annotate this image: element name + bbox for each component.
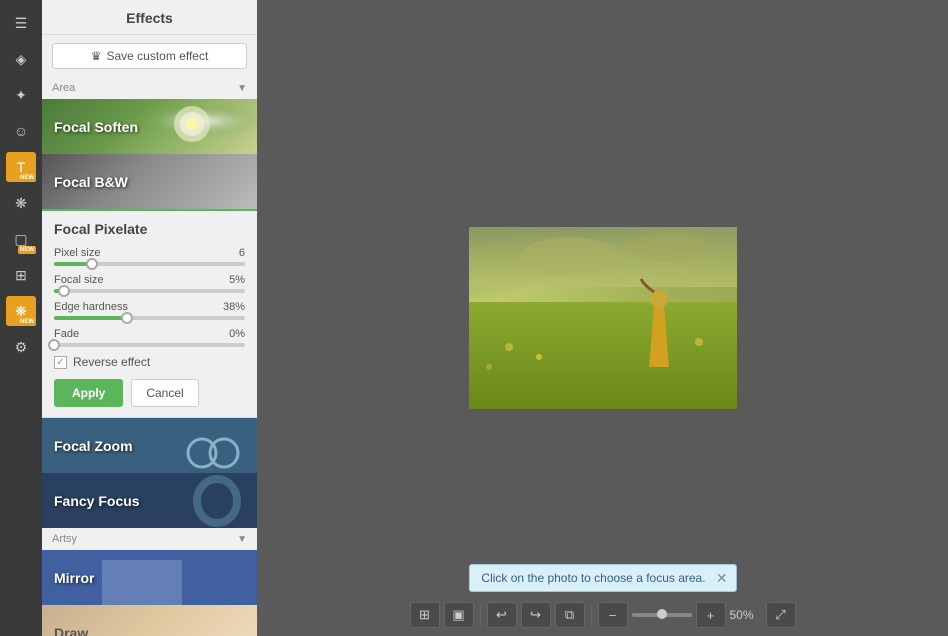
texture-icon[interactable]: ⊞ <box>6 260 36 290</box>
area-section-label: Area ▼ <box>42 77 257 99</box>
redo-button[interactable]: ↪ <box>521 602 551 628</box>
focal-zoom-label: Focal Zoom <box>42 438 133 454</box>
frames-button[interactable]: ▣ <box>444 602 474 628</box>
zoom-label: 50% <box>730 608 762 622</box>
effects-panel: Effects ♛ Save custom effect Area ▼ <box>42 0 257 636</box>
pixel-size-track[interactable] <box>54 262 245 266</box>
main-canvas-area: Click on the photo to choose a focus are… <box>257 0 948 636</box>
effects-scroll-area[interactable]: Area ▼ <box>42 77 257 636</box>
text-icon[interactable]: T NEW <box>6 152 36 182</box>
focal-zoom-tile[interactable]: Focal Zoom <box>42 418 257 473</box>
artsy-arrow-icon: ▼ <box>237 534 247 545</box>
focal-pixelate-section: Focal Pixelate Pixel size 6 Focal size 5… <box>42 209 257 418</box>
focal-size-thumb[interactable] <box>58 285 70 297</box>
layers-button[interactable]: ⊞ <box>410 602 440 628</box>
area-arrow-icon: ▼ <box>237 83 247 94</box>
edge-hardness-label: Edge hardness <box>54 301 128 313</box>
frames-icon: ▣ <box>452 607 464 623</box>
adjust-icon[interactable]: ◈ <box>6 44 36 74</box>
draw-label: Draw <box>42 625 88 636</box>
sticker-icon[interactable]: ❋ <box>6 188 36 218</box>
crown-icon: ♛ <box>91 49 102 63</box>
misc-icon[interactable]: ⚙ <box>6 332 36 362</box>
sliders-icon[interactable]: ☰ <box>6 8 36 38</box>
undo-button[interactable]: ↩ <box>487 602 517 628</box>
artsy-section-label: Artsy ▼ <box>42 528 257 550</box>
edge-hardness-value: 38% <box>223 301 245 313</box>
focal-bw-tile[interactable]: Focal B&W <box>42 154 257 209</box>
toast-close-button[interactable]: ✕ <box>716 570 728 587</box>
fullscreen-button[interactable]: ⤢ <box>766 602 796 628</box>
fade-value: 0% <box>229 328 245 340</box>
pixel-size-thumb[interactable] <box>86 258 98 270</box>
icon-bar: ☰ ◈ ✦ ☺ T NEW ❋ NEW ▢ ⊞ ❋ NEW ⚙ <box>0 0 42 636</box>
zoom-out-icon: − <box>609 608 617 623</box>
save-custom-button[interactable]: ♛ Save custom effect <box>52 43 247 69</box>
focal-soften-tile[interactable]: Focal Soften <box>42 99 257 154</box>
focal-soften-label: Focal Soften <box>42 119 138 135</box>
effects-icon[interactable]: ❋ NEW <box>6 296 36 326</box>
magic-icon[interactable]: ✦ <box>6 80 36 110</box>
fancy-focus-tile[interactable]: Fancy Focus <box>42 473 257 528</box>
crop-button[interactable]: ⧉ <box>555 602 585 628</box>
fade-slider-row: Fade 0% <box>54 328 245 347</box>
edge-hardness-fill <box>54 316 127 320</box>
zoom-in-button[interactable]: + <box>696 602 726 628</box>
focal-size-slider-row: Focal size 5% <box>54 274 245 293</box>
photo-container[interactable] <box>469 227 737 409</box>
undo-icon: ↩ <box>496 607 507 623</box>
new-icon: NEW <box>18 246 36 254</box>
redo-icon: ↪ <box>530 607 541 623</box>
photo-canvas[interactable] <box>469 227 737 409</box>
draw-tile[interactable]: Draw <box>42 605 257 636</box>
reverse-effect-row[interactable]: ✓ Reverse effect <box>54 355 245 369</box>
zoom-slider-thumb[interactable] <box>657 609 667 619</box>
focal-bw-label: Focal B&W <box>42 174 128 190</box>
zoom-out-button[interactable]: − <box>598 602 628 628</box>
mirror-label: Mirror <box>42 570 94 586</box>
apply-button[interactable]: Apply <box>54 379 123 407</box>
layers-icon: ⊞ <box>419 607 430 623</box>
fade-label: Fade <box>54 328 79 340</box>
focal-size-value: 5% <box>229 274 245 286</box>
focal-size-track[interactable] <box>54 289 245 293</box>
bottom-toolbar: ⊞ ▣ ↩ ↪ ⧉ − + 50% ⤢ <box>410 602 796 628</box>
cancel-button[interactable]: Cancel <box>131 379 198 407</box>
focal-pixelate-title: Focal Pixelate <box>54 221 245 237</box>
toolbar-separator-1 <box>480 605 481 625</box>
edge-hardness-track[interactable] <box>54 316 245 320</box>
fade-thumb[interactable] <box>48 339 60 351</box>
zoom-in-icon: + <box>707 608 715 623</box>
fade-track[interactable] <box>54 343 245 347</box>
reverse-label: Reverse effect <box>73 355 150 369</box>
portrait-icon[interactable]: ☺ <box>6 116 36 146</box>
reverse-checkbox[interactable]: ✓ <box>54 356 67 369</box>
edge-hardness-slider-row: Edge hardness 38% <box>54 301 245 320</box>
action-buttons: Apply Cancel <box>54 379 245 407</box>
toast-message: Click on the photo to choose a focus are… <box>481 571 705 585</box>
zoom-slider[interactable] <box>632 613 692 617</box>
fullscreen-icon: ⤢ <box>775 607 785 623</box>
frame-icon[interactable]: NEW ▢ <box>6 224 36 254</box>
pixel-size-slider-row: Pixel size 6 <box>54 247 245 266</box>
pixel-size-value: 6 <box>239 247 245 259</box>
fancy-focus-label: Fancy Focus <box>42 493 140 509</box>
edge-hardness-thumb[interactable] <box>121 312 133 324</box>
toolbar-separator-2 <box>591 605 592 625</box>
toast-notification: Click on the photo to choose a focus are… <box>468 564 736 592</box>
effects-title: Effects <box>42 0 257 35</box>
crop-icon: ⧉ <box>565 607 574 623</box>
mirror-tile[interactable]: Mirror <box>42 550 257 605</box>
